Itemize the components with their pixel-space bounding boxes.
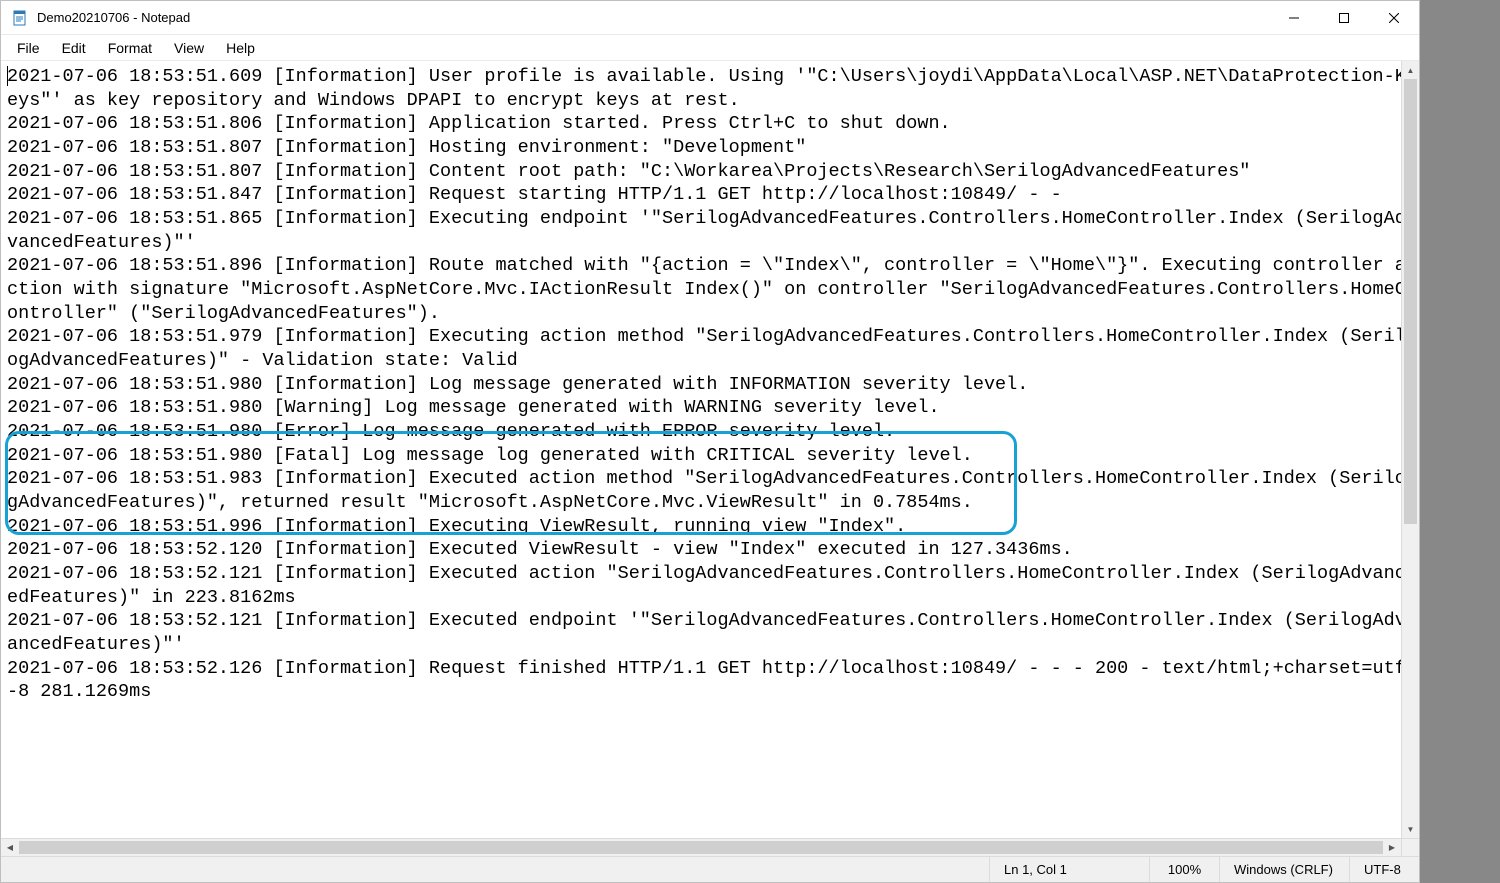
menu-edit[interactable]: Edit bbox=[52, 38, 96, 58]
titlebar[interactable]: Demo20210706 - Notepad bbox=[1, 1, 1419, 35]
vertical-scrollbar[interactable]: ▲ ▼ bbox=[1401, 61, 1419, 838]
notepad-window: Demo20210706 - Notepad File Edit Format … bbox=[0, 0, 1420, 883]
vertical-scroll-track[interactable] bbox=[1402, 79, 1419, 820]
menu-format[interactable]: Format bbox=[98, 38, 162, 58]
menu-view[interactable]: View bbox=[164, 38, 214, 58]
status-position: Ln 1, Col 1 bbox=[989, 857, 1149, 882]
window-title: Demo20210706 - Notepad bbox=[37, 10, 190, 25]
status-spacer bbox=[1, 857, 989, 882]
scroll-up-icon[interactable]: ▲ bbox=[1402, 61, 1419, 79]
scroll-corner bbox=[1401, 838, 1419, 856]
scroll-left-icon[interactable]: ◀ bbox=[1, 839, 19, 856]
horizontal-scroll-track[interactable] bbox=[19, 839, 1383, 856]
status-encoding: UTF-8 bbox=[1349, 857, 1419, 882]
close-button[interactable] bbox=[1369, 1, 1419, 35]
vertical-scroll-thumb[interactable] bbox=[1404, 79, 1417, 524]
menubar: File Edit Format View Help bbox=[1, 35, 1419, 61]
minimize-button[interactable] bbox=[1269, 1, 1319, 35]
maximize-button[interactable] bbox=[1319, 1, 1369, 35]
menu-help[interactable]: Help bbox=[216, 38, 265, 58]
horizontal-scrollbar[interactable]: ◀ ▶ bbox=[1, 838, 1401, 856]
horizontal-scroll-thumb[interactable] bbox=[19, 841, 1383, 854]
text-editor[interactable]: 2021-07-06 18:53:51.609 [Information] Us… bbox=[1, 61, 1419, 856]
editor-area: 2021-07-06 18:53:51.609 [Information] Us… bbox=[1, 61, 1419, 856]
statusbar: Ln 1, Col 1 100% Windows (CRLF) UTF-8 bbox=[1, 856, 1419, 882]
menu-file[interactable]: File bbox=[7, 38, 50, 58]
scroll-right-icon[interactable]: ▶ bbox=[1383, 839, 1401, 856]
status-line-ending: Windows (CRLF) bbox=[1219, 857, 1349, 882]
scroll-down-icon[interactable]: ▼ bbox=[1402, 820, 1419, 838]
notepad-icon bbox=[11, 9, 29, 27]
status-zoom: 100% bbox=[1149, 857, 1219, 882]
